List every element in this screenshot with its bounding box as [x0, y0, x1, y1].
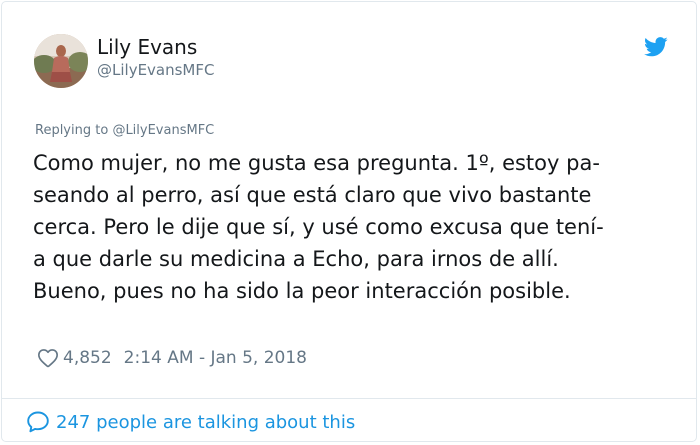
tweet-text-line: Bueno, pues no ha sido la peor interacci… [33, 279, 571, 303]
author-handle[interactable]: @LilyEvansMFC [97, 61, 214, 79]
twitter-bird-icon[interactable] [644, 37, 668, 57]
heart-icon[interactable] [37, 347, 59, 369]
author-display-name[interactable]: Lily Evans [97, 35, 197, 59]
avatar-photo [34, 34, 88, 88]
avatar[interactable] [34, 34, 88, 88]
reply-context: Replying to @LilyEvansMFC [35, 123, 214, 139]
like-count[interactable]: 4,852 [63, 348, 112, 368]
tweet-timestamp[interactable]: 2:14 AM - Jan 5, 2018 [124, 348, 307, 368]
tweet-text-line: seando al perro, así que está claro que … [33, 183, 592, 207]
tweet-text: Como mujer, no me gusta esa pregunta. 1º… [33, 147, 683, 307]
tweet-text-line: cerca. Pero le dije que sí, y usé como e… [33, 215, 604, 239]
conversation-link[interactable]: 247 people are talking about this [26, 408, 355, 436]
footer-divider [2, 398, 696, 399]
reply-mention-link[interactable]: @LilyEvansMFC [112, 123, 214, 138]
tweet-text-line: Como mujer, no me gusta esa pregunta. 1º… [33, 151, 600, 175]
tweet-card: Lily Evans @LilyEvansMFC Replying to @Li… [1, 1, 697, 442]
conversation-count-text: 247 people are talking about this [56, 411, 356, 433]
speech-bubble-icon [27, 411, 49, 433]
tweet-meta: 4,852 2:14 AM - Jan 5, 2018 [37, 345, 307, 371]
reply-prefix: Replying to [35, 123, 109, 138]
tweet-text-line: a que darle su medicina a Echo, para irn… [33, 247, 559, 271]
